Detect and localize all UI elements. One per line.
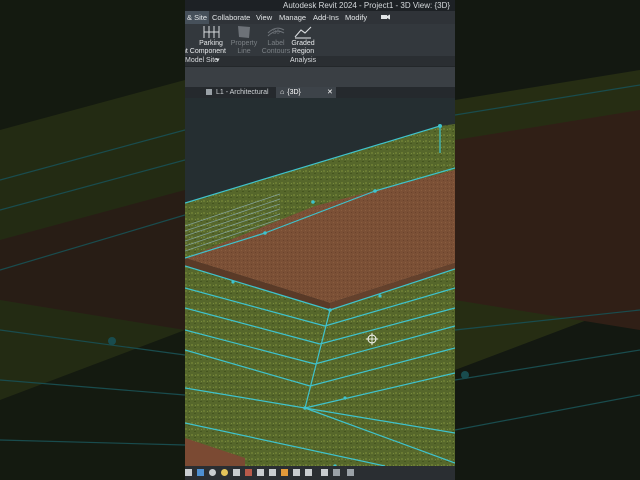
tab-view[interactable]: View bbox=[254, 11, 274, 24]
view-control-bar bbox=[185, 466, 455, 480]
temporary-hide-icon[interactable] bbox=[293, 469, 300, 476]
parking-icon bbox=[200, 24, 222, 40]
tab-l1-architectural[interactable]: L1 - Architectural bbox=[203, 87, 275, 98]
background-right-blur bbox=[455, 0, 640, 480]
lock-view-icon[interactable] bbox=[281, 469, 288, 476]
svg-text:30: 30 bbox=[273, 30, 280, 36]
video-camera-icon[interactable] bbox=[378, 11, 394, 24]
shadows-icon[interactable] bbox=[233, 469, 240, 476]
scale-icon[interactable] bbox=[185, 469, 192, 476]
title-bar: Autodesk Revit 2024 - Project1 - 3D View… bbox=[185, 0, 455, 11]
highlight-displacement-icon[interactable] bbox=[333, 469, 340, 476]
model-site-dropdown-icon[interactable]: ▾ bbox=[216, 56, 220, 66]
reveal-hidden-icon[interactable] bbox=[305, 469, 312, 476]
model-site-panel-label[interactable]: Model Site bbox=[185, 56, 218, 66]
analytical-model-icon[interactable] bbox=[321, 469, 328, 476]
tab-massing-site[interactable]: & Site bbox=[185, 11, 210, 24]
tab-modify[interactable]: Modify bbox=[343, 11, 369, 24]
crop-view-icon[interactable] bbox=[257, 469, 264, 476]
3d-viewport[interactable] bbox=[185, 98, 455, 466]
component-label: nt Component bbox=[185, 48, 226, 55]
analysis-panel-label: Analysis bbox=[290, 57, 317, 64]
tab-3d-view[interactable]: ⌂ {3D} ✕ bbox=[276, 87, 336, 98]
property-line-icon bbox=[233, 24, 255, 40]
revit-window: Autodesk Revit 2024 - Project1 - 3D View… bbox=[185, 0, 455, 480]
graded-region-button[interactable]: Graded Region bbox=[284, 24, 322, 58]
floor-plan-icon bbox=[206, 89, 212, 96]
constraints-icon[interactable] bbox=[347, 469, 354, 476]
show-crop-icon[interactable] bbox=[269, 469, 276, 476]
view-tab-bar: L1 - Architectural ⌂ {3D} ✕ bbox=[185, 87, 455, 98]
graded-label: Graded bbox=[291, 40, 315, 47]
tab-add-ins[interactable]: Add-Ins bbox=[311, 11, 341, 24]
options-bar bbox=[185, 66, 455, 88]
tab-manage[interactable]: Manage bbox=[277, 11, 308, 24]
detail-level-icon[interactable] bbox=[197, 469, 204, 476]
ribbon-panel-labels: Model Site ▾ Analysis bbox=[185, 56, 455, 66]
sun-path-icon[interactable] bbox=[221, 469, 228, 476]
visual-style-icon[interactable] bbox=[209, 469, 216, 476]
home-icon: ⌂ bbox=[280, 89, 285, 96]
tab-l1-label: L1 - Architectural bbox=[216, 89, 269, 96]
close-tab-icon[interactable]: ✕ bbox=[327, 87, 333, 98]
ribbon-tab-bar: & Site Collaborate View Manage Add-Ins M… bbox=[185, 11, 455, 24]
tab-3d-label: {3D} bbox=[287, 89, 301, 96]
graded-region-icon bbox=[292, 24, 314, 40]
render-icon[interactable] bbox=[245, 469, 252, 476]
tab-collaborate[interactable]: Collaborate bbox=[210, 11, 252, 24]
region-label: Region bbox=[291, 48, 315, 55]
background-left-blur bbox=[0, 0, 185, 480]
window-title: Autodesk Revit 2024 - Project1 - 3D View… bbox=[283, 1, 451, 10]
